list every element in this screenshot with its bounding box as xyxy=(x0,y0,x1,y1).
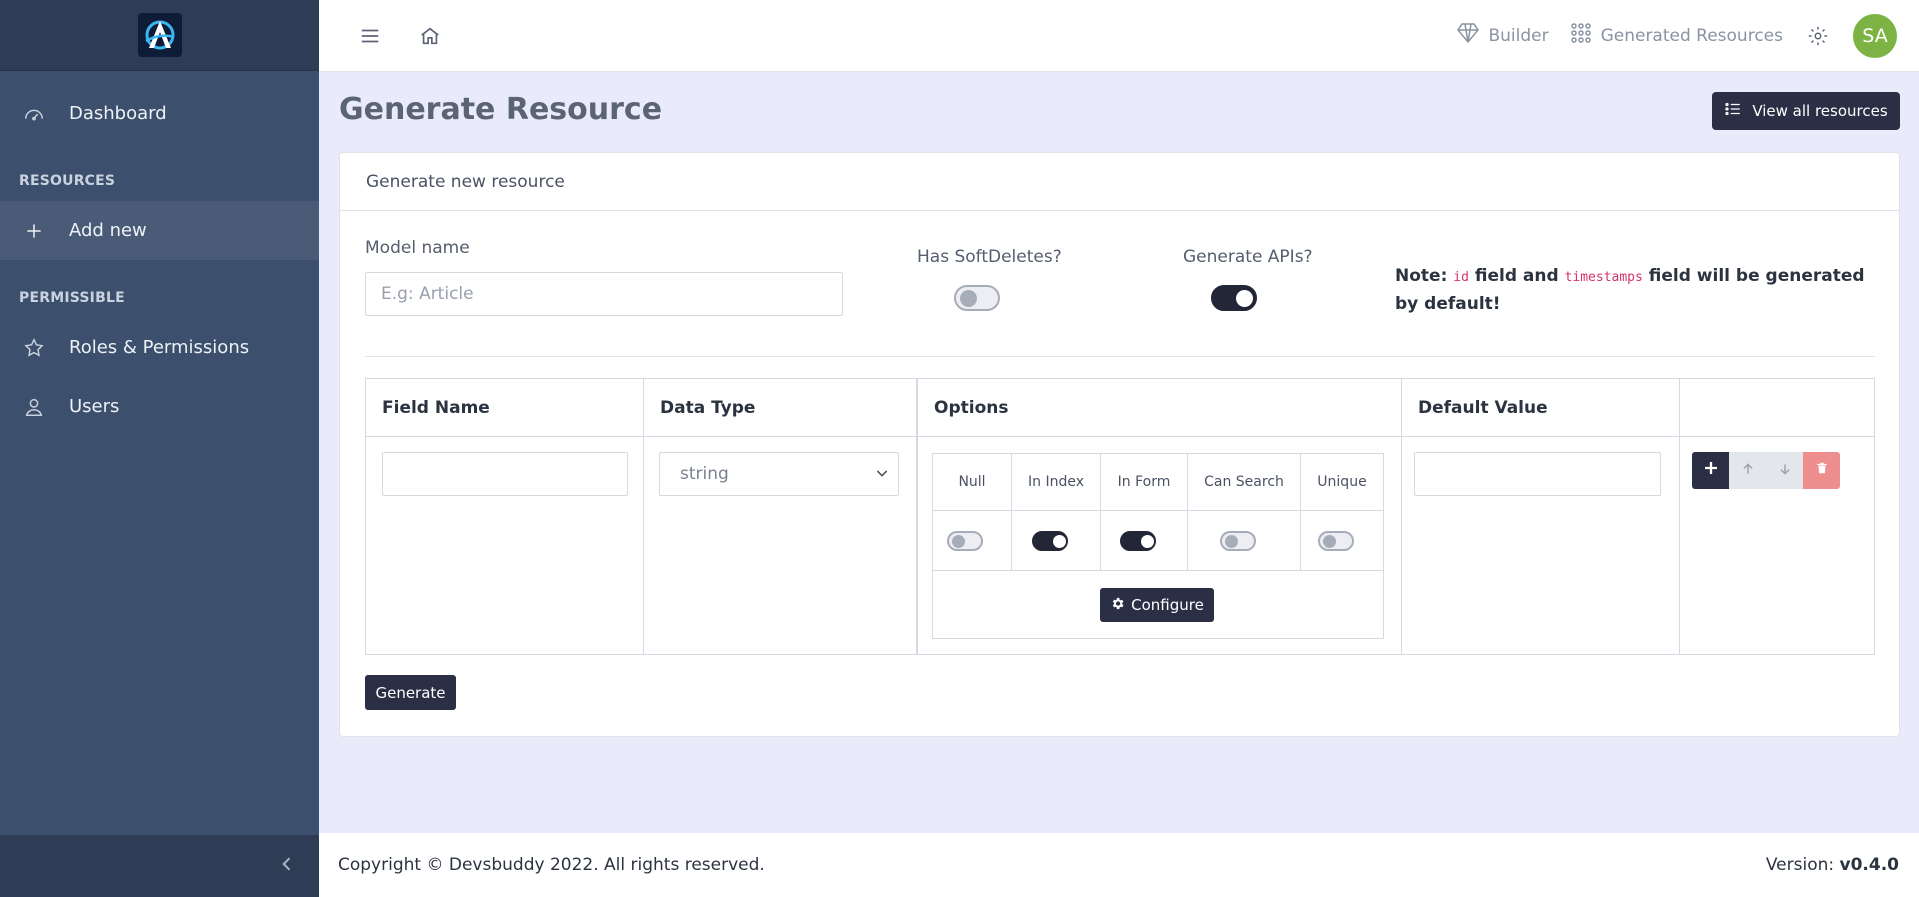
opt-header-in-index: In Index xyxy=(1012,454,1101,511)
sidebar-item-label: Users xyxy=(69,396,120,417)
configure-label: Configure xyxy=(1131,596,1204,614)
star-icon xyxy=(22,336,46,360)
arrow-up-icon xyxy=(1741,461,1755,481)
divider xyxy=(365,356,1875,357)
builder-label: Builder xyxy=(1488,25,1549,46)
plus-icon xyxy=(22,219,46,243)
data-type-value: string xyxy=(680,464,729,484)
footer: Copyright © Devsbuddy 2022. All rights r… xyxy=(319,833,1919,897)
menu-icon[interactable] xyxy=(355,21,385,51)
plus-icon xyxy=(1703,460,1719,481)
version-number: v0.4.0 xyxy=(1839,855,1899,875)
th-options: Options xyxy=(934,398,1009,418)
opt-header-in-form: In Form xyxy=(1101,454,1188,511)
null-toggle[interactable] xyxy=(947,531,983,551)
trash-icon xyxy=(1815,460,1829,481)
sidebar-item-label: Dashboard xyxy=(69,103,167,124)
sidebar-item-roles[interactable]: Roles & Permissions xyxy=(0,318,319,377)
version-label: Version: xyxy=(1765,855,1840,875)
sidebar-item-add-new[interactable]: Add new xyxy=(0,201,319,260)
default-value-input[interactable] xyxy=(1414,452,1661,496)
gear-icon[interactable] xyxy=(1803,21,1833,51)
card-title: Generate new resource xyxy=(340,153,1899,211)
generated-resources-link[interactable]: Generated Resources xyxy=(1569,21,1783,50)
softdeletes-label: Has SoftDeletes? xyxy=(917,247,1062,267)
version-text: Version: v0.4.0 xyxy=(1766,855,1899,875)
softdeletes-toggle[interactable] xyxy=(954,285,1000,311)
sidebar-header xyxy=(0,0,319,71)
collapse-sidebar-icon[interactable] xyxy=(277,854,297,879)
sidebar-section-permissible: PERMISSIBLE xyxy=(19,290,125,306)
add-row-button[interactable] xyxy=(1692,452,1729,489)
chevron-down-icon xyxy=(874,465,890,486)
can-search-toggle[interactable] xyxy=(1220,531,1256,551)
opt-header-null: Null xyxy=(933,454,1012,511)
page-title: Generate Resource xyxy=(339,92,663,127)
user-icon xyxy=(22,395,46,419)
th-data-type: Data Type xyxy=(660,398,756,418)
note-text: Note: id field and timestamps field will… xyxy=(1395,263,1890,317)
sidebar-footer xyxy=(0,835,319,897)
field-name-input[interactable] xyxy=(382,452,628,496)
unique-toggle[interactable] xyxy=(1318,531,1354,551)
configure-button[interactable]: Configure xyxy=(1100,588,1214,622)
diamond-icon xyxy=(1456,21,1480,50)
opt-header-unique: Unique xyxy=(1301,454,1383,511)
sidebar-item-label: Roles & Permissions xyxy=(69,337,250,358)
home-icon[interactable] xyxy=(415,21,445,51)
generate-apis-label: Generate APIs? xyxy=(1183,247,1313,267)
data-type-select[interactable]: string xyxy=(659,452,899,496)
copyright-text: Copyright © Devsbuddy 2022. All rights r… xyxy=(338,855,765,875)
view-all-resources-label: View all resources xyxy=(1752,102,1888,120)
delete-row-button[interactable] xyxy=(1803,452,1840,489)
generated-resources-label: Generated Resources xyxy=(1600,25,1783,46)
row-actions xyxy=(1692,452,1840,489)
gear-icon xyxy=(1110,596,1125,615)
sidebar-item-users[interactable]: Users xyxy=(0,377,319,436)
grid-icon xyxy=(1569,21,1593,50)
avatar[interactable]: SA xyxy=(1853,13,1897,58)
note-mid: field and xyxy=(1468,266,1565,286)
move-up-button[interactable] xyxy=(1729,452,1766,489)
generate-button[interactable]: Generate xyxy=(365,675,456,710)
view-all-resources-button[interactable]: View all resources xyxy=(1712,92,1900,130)
generate-apis-toggle[interactable] xyxy=(1211,285,1257,311)
opt-header-can-search: Can Search xyxy=(1188,454,1301,511)
sidebar-item-dashboard[interactable]: Dashboard xyxy=(0,84,319,143)
th-field-name: Field Name xyxy=(382,398,490,418)
app-logo[interactable] xyxy=(137,13,182,57)
note-prefix: Note: xyxy=(1395,266,1454,286)
in-form-toggle[interactable] xyxy=(1120,531,1156,551)
note-code-id: id xyxy=(1453,270,1469,285)
sidebar-section-resources: RESOURCES xyxy=(19,173,116,189)
in-index-toggle[interactable] xyxy=(1032,531,1068,551)
model-name-label: Model name xyxy=(365,238,470,258)
top-header: Builder Generated Resources SA xyxy=(319,0,1919,72)
sidebar-item-label: Add new xyxy=(69,220,147,241)
arrow-down-icon xyxy=(1778,461,1792,481)
note-code-timestamps: timestamps xyxy=(1564,270,1643,285)
th-default-value: Default Value xyxy=(1418,398,1548,418)
move-down-button[interactable] xyxy=(1766,452,1803,489)
builder-link[interactable]: Builder xyxy=(1456,21,1549,50)
sidebar: Dashboard RESOURCES Add new PERMISSIBLE … xyxy=(0,0,319,897)
model-name-input[interactable]: E.g: Article xyxy=(365,272,843,316)
speedometer-icon xyxy=(22,102,46,126)
list-icon xyxy=(1724,100,1742,122)
